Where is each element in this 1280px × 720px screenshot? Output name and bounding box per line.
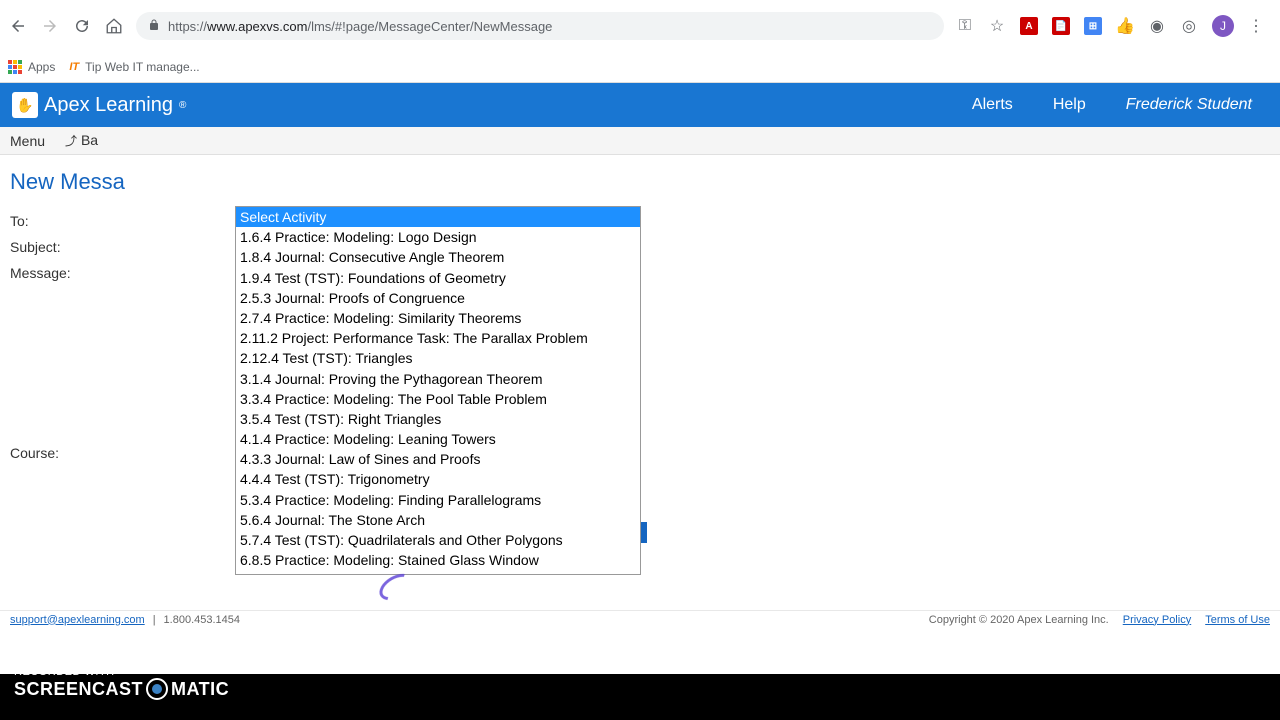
dropdown-option[interactable]: 4.1.4 Practice: Modeling: Leaning Towers — [236, 429, 640, 449]
dropdown-option[interactable]: 1.8.4 Journal: Consecutive Angle Theorem — [236, 247, 640, 267]
extension-circle-icon[interactable]: ◉ — [1148, 17, 1166, 35]
sub-toolbar: Menu ⤴ Ba — [0, 127, 1280, 155]
dropdown-option[interactable]: 6.8.5 Practice: Modeling: Stained Glass … — [236, 550, 640, 570]
dropdown-option[interactable]: 3.5.4 Test (TST): Right Triangles — [236, 409, 640, 429]
message-label: Message: — [10, 265, 90, 281]
dropdown-option[interactable]: 6.9.4 Journal: Similar Circles — [236, 570, 640, 574]
footer-separator: | — [153, 614, 156, 626]
dropdown-option[interactable]: 5.6.4 Journal: The Stone Arch — [236, 510, 640, 530]
bookmark-favicon: IT — [69, 61, 79, 73]
support-email-link[interactable]: support@apexlearning.com — [10, 614, 145, 626]
alerts-link[interactable]: Alerts — [972, 96, 1013, 114]
back-button[interactable] — [8, 16, 28, 36]
black-bar — [0, 674, 1280, 720]
browser-chrome: https://www.apexvs.com/lms/#!page/Messag… — [0, 0, 1280, 83]
forward-button[interactable] — [40, 16, 60, 36]
app-header: ✋ Apex Learning® Alerts Help Frederick S… — [0, 83, 1280, 127]
menu-button[interactable]: Menu — [10, 133, 45, 149]
dropdown-option[interactable]: 2.11.2 Project: Performance Task: The Pa… — [236, 328, 640, 348]
extension-grid-icon[interactable]: ⊞ — [1084, 17, 1102, 35]
home-button[interactable] — [104, 16, 124, 36]
dropdown-option[interactable]: 4.4.4 Test (TST): Trigonometry — [236, 469, 640, 489]
copyright-text: Copyright © 2020 Apex Learning Inc. — [929, 614, 1109, 626]
chrome-menu-icon[interactable]: ⋮ — [1248, 16, 1264, 36]
bookmark-tipweb[interactable]: IT Tip Web IT manage... — [69, 60, 199, 74]
dropdown-option[interactable]: 2.7.4 Practice: Modeling: Similarity The… — [236, 308, 640, 328]
reload-button[interactable] — [72, 16, 92, 36]
browser-toolbar: https://www.apexvs.com/lms/#!page/Messag… — [0, 0, 1280, 52]
toolbar-right: ⚿ ☆ A 📄 ⊞ 👍 ◉ ◎ J ⋮ — [956, 15, 1272, 37]
dropdown-option[interactable]: 3.1.4 Journal: Proving the Pythagorean T… — [236, 369, 640, 389]
activity-dropdown[interactable]: Select Activity 1.6.4 Practice: Modeling… — [235, 206, 641, 575]
dropdown-option[interactable]: 5.7.4 Test (TST): Quadrilaterals and Oth… — [236, 530, 640, 550]
extension-thumb-icon[interactable]: 👍 — [1116, 17, 1134, 35]
header-nav: Alerts Help Frederick Student — [972, 96, 1272, 114]
page-title: New Messa — [10, 169, 1270, 195]
page-content: ✋ Apex Learning® Alerts Help Frederick S… — [0, 83, 1280, 674]
dropdown-option[interactable]: 4.3.3 Journal: Law of Sines and Proofs — [236, 449, 640, 469]
user-name[interactable]: Frederick Student — [1126, 96, 1252, 114]
terms-link[interactable]: Terms of Use — [1205, 614, 1270, 626]
dropdown-option[interactable]: 3.3.4 Practice: Modeling: The Pool Table… — [236, 389, 640, 409]
profile-avatar[interactable]: J — [1212, 15, 1234, 37]
dropdown-option[interactable]: 1.9.4 Test (TST): Foundations of Geometr… — [236, 268, 640, 288]
back-link[interactable]: ⤴ Ba — [65, 132, 98, 149]
page-footer: support@apexlearning.com | 1.800.453.145… — [0, 610, 1280, 628]
subject-label: Subject: — [10, 239, 90, 255]
to-label: To: — [10, 213, 90, 229]
bookmarks-bar: Apps IT Tip Web IT manage... — [0, 52, 1280, 82]
course-label: Course: — [10, 445, 90, 461]
dropdown-list[interactable]: Select Activity 1.6.4 Practice: Modeling… — [236, 207, 640, 574]
dropdown-option[interactable]: 1.6.4 Practice: Modeling: Logo Design — [236, 227, 640, 247]
key-icon[interactable]: ⚿ — [956, 17, 974, 35]
apps-icon — [8, 60, 22, 74]
extension-target-icon[interactable]: ◎ — [1180, 17, 1198, 35]
support-phone: 1.800.453.1454 — [164, 614, 240, 626]
logo-icon: ✋ — [12, 92, 38, 118]
dropdown-option[interactable]: 5.3.4 Practice: Modeling: Finding Parall… — [236, 490, 640, 510]
lock-icon — [148, 19, 160, 34]
brand-name: Apex Learning — [44, 94, 173, 117]
star-icon[interactable]: ☆ — [988, 17, 1006, 35]
dropdown-option[interactable]: 2.5.3 Journal: Proofs of Congruence — [236, 288, 640, 308]
apps-shortcut[interactable]: Apps — [8, 60, 55, 74]
brand-logo[interactable]: ✋ Apex Learning® — [12, 92, 186, 118]
dropdown-placeholder[interactable]: Select Activity — [236, 207, 640, 227]
help-link[interactable]: Help — [1053, 96, 1086, 114]
extension-pdf-icon[interactable]: 📄 — [1052, 17, 1070, 35]
extension-adobe-icon[interactable]: A — [1020, 17, 1038, 35]
url-text: https://www.apexvs.com/lms/#!page/Messag… — [168, 19, 552, 34]
privacy-link[interactable]: Privacy Policy — [1123, 614, 1191, 626]
dropdown-option[interactable]: 2.12.4 Test (TST): Triangles — [236, 348, 640, 368]
address-bar[interactable]: https://www.apexvs.com/lms/#!page/Messag… — [136, 12, 944, 40]
